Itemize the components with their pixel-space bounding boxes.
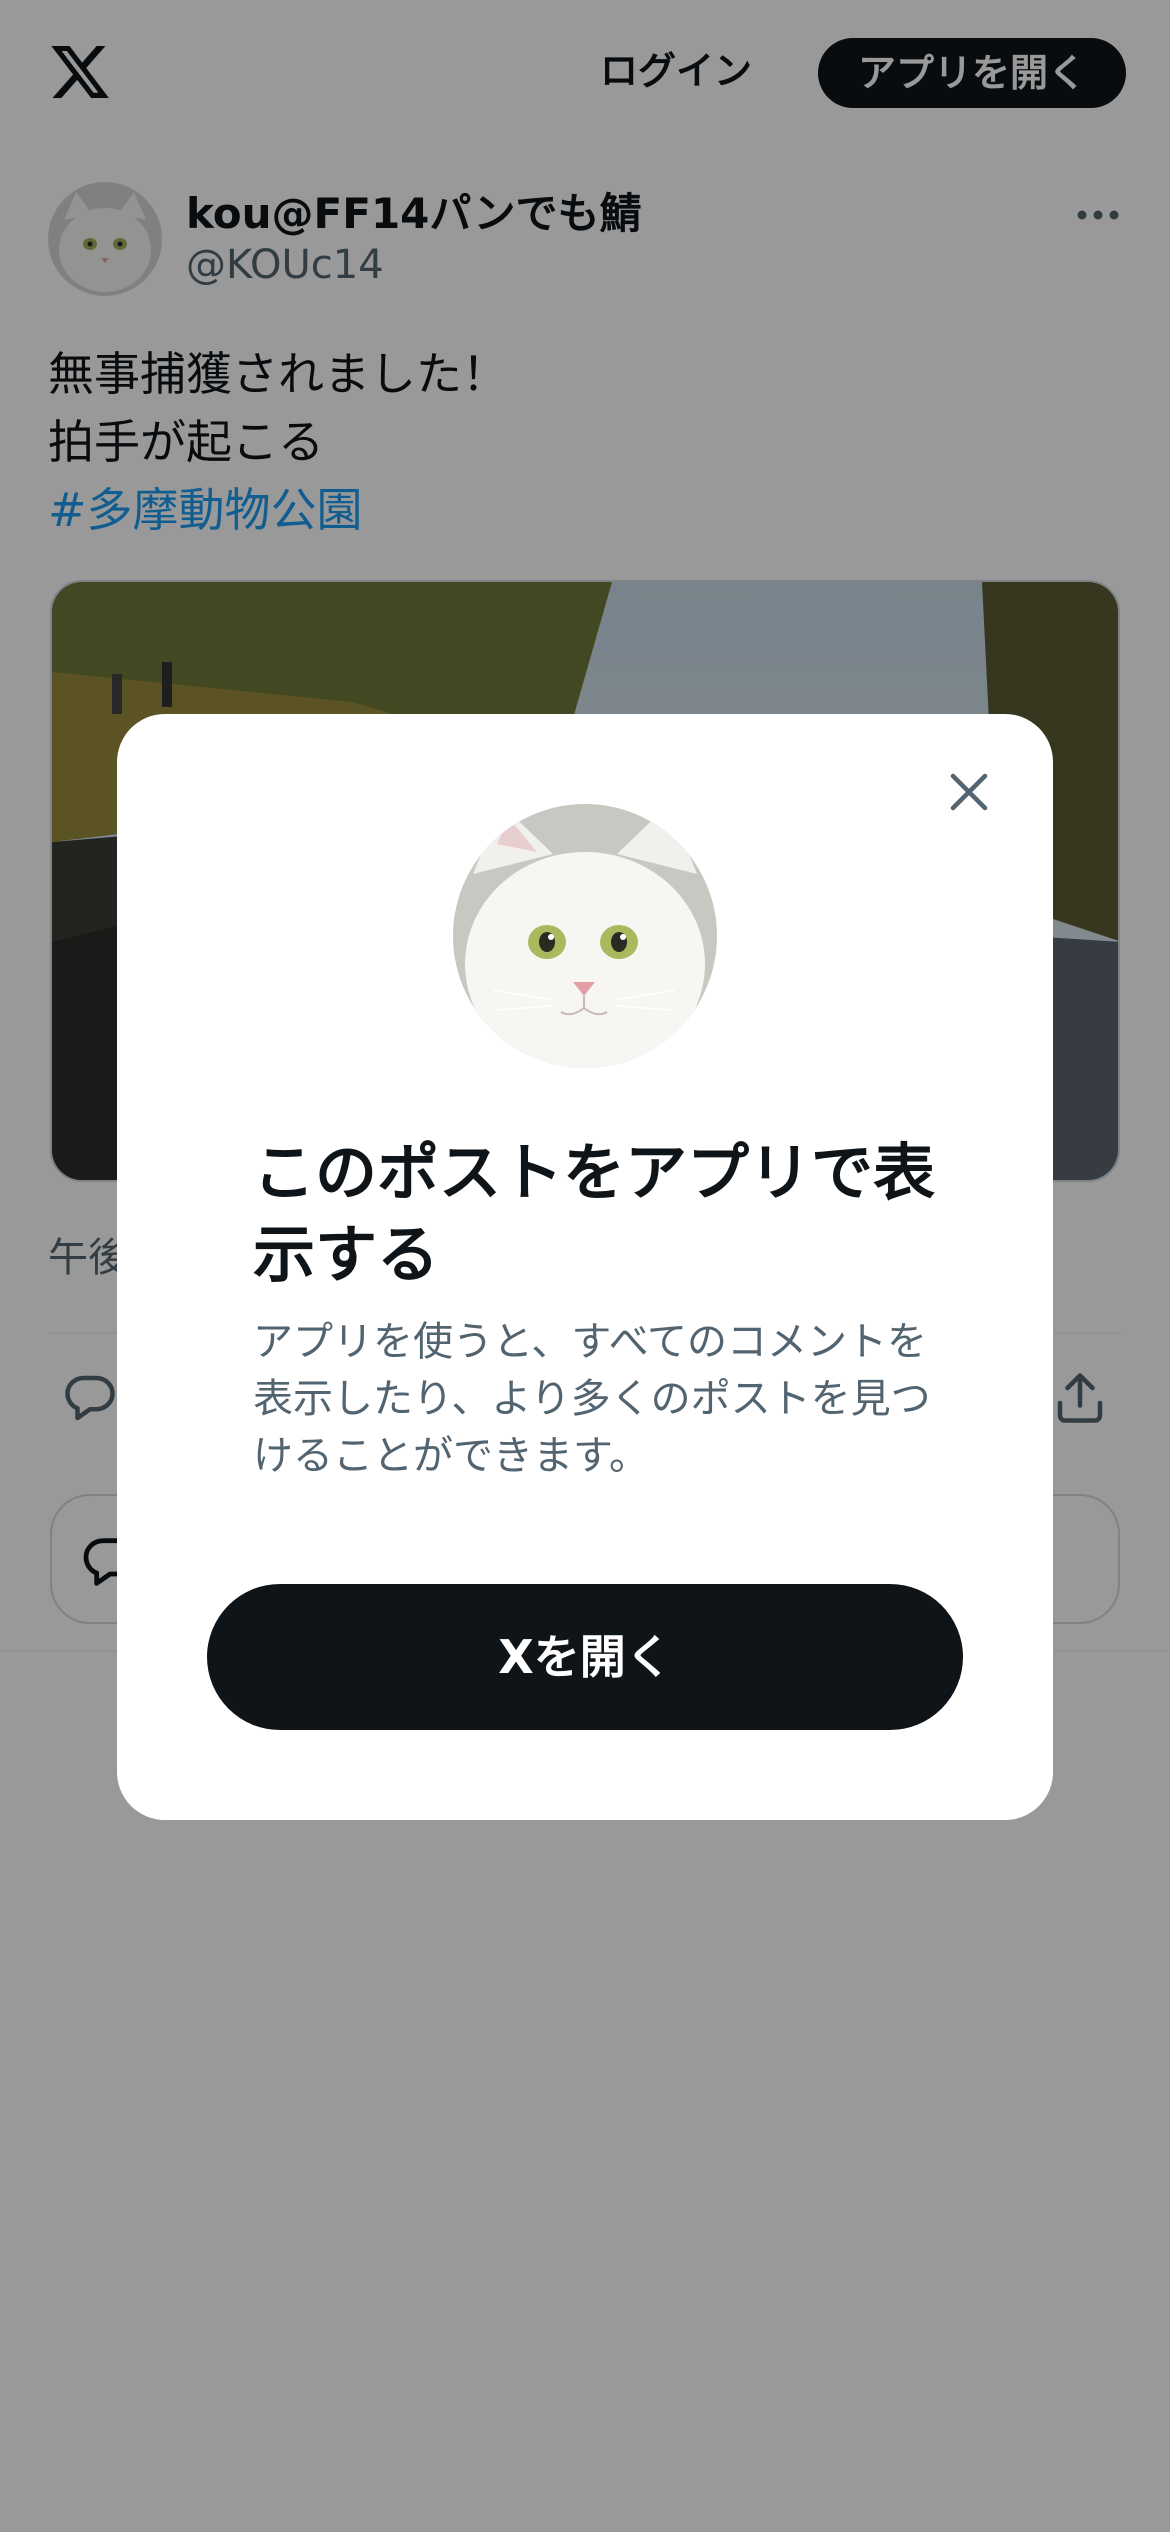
dialog-title: このポストをアプリで表示する — [253, 1136, 936, 1291]
open-in-app-dialog: このポストをアプリで表示する アプリを使うと、すべてのコメントを表示したり、より… — [117, 714, 1053, 1820]
open-x-button[interactable]: Xを開く — [207, 1584, 963, 1730]
close-icon[interactable] — [939, 762, 999, 822]
dialog-description: アプリを使うと、すべてのコメントを表示したり、より多くのポストを見つけることがで… — [253, 1319, 931, 1479]
avatar — [453, 804, 717, 1068]
